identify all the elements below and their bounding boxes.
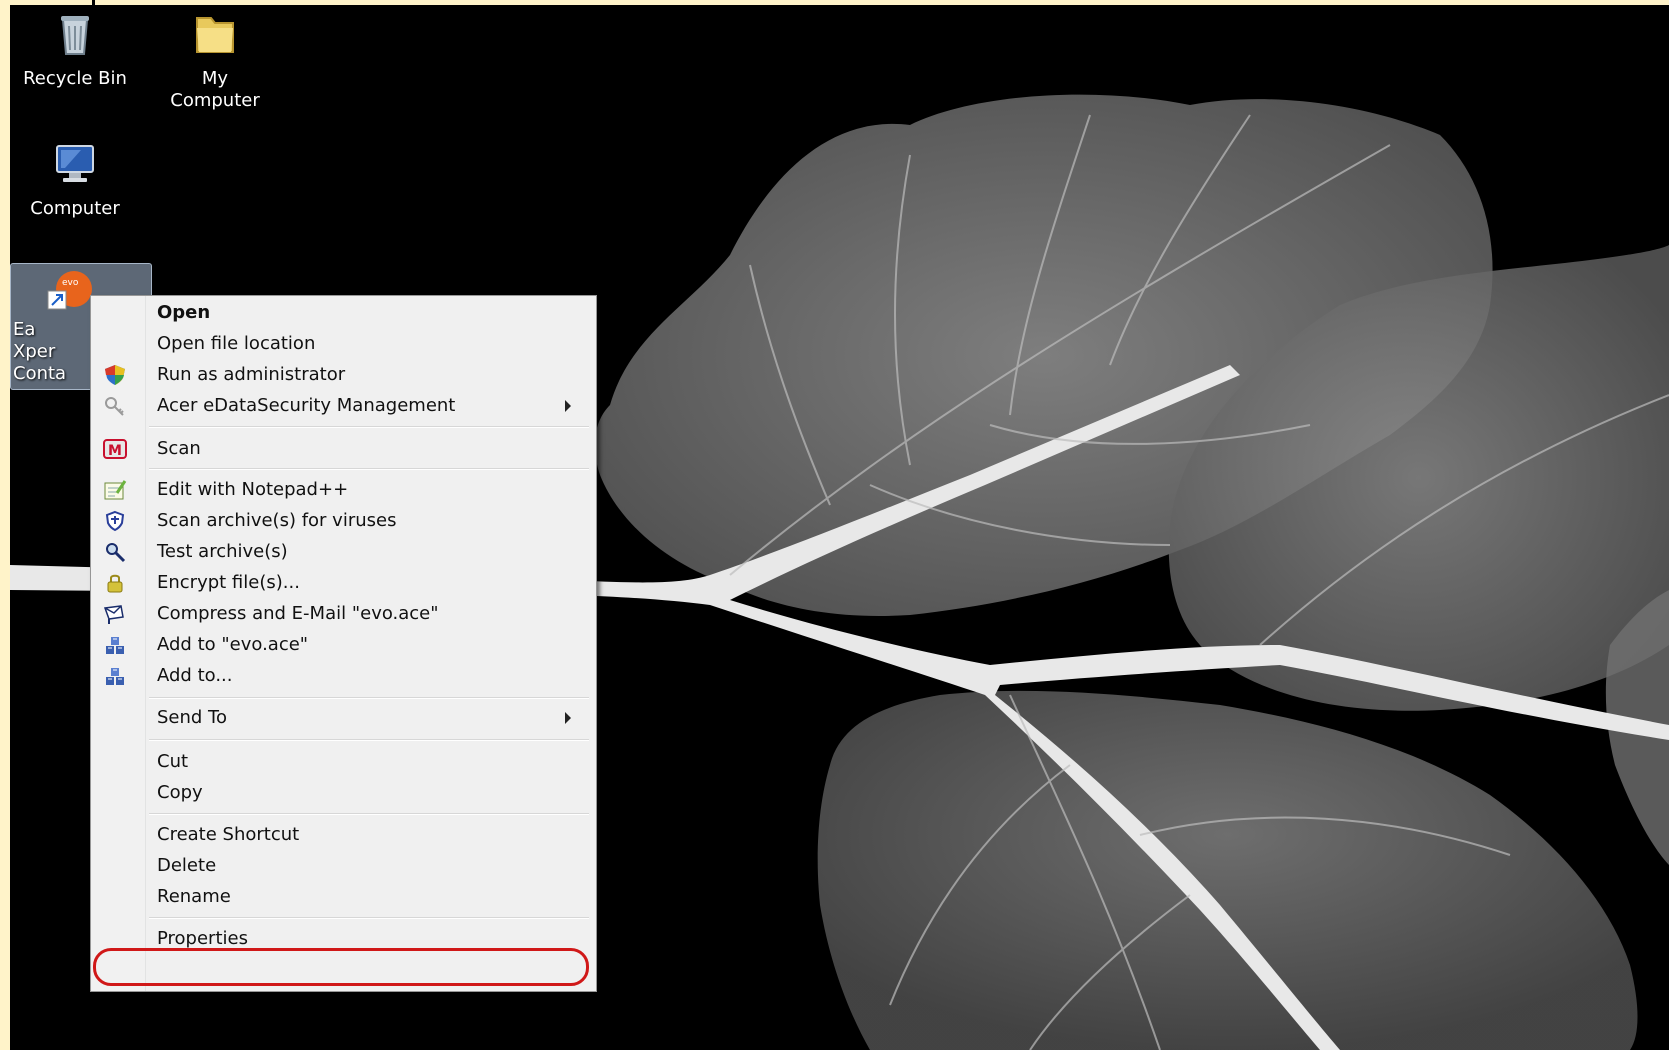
- menu-item-create-shortcut[interactable]: Create Shortcut: [91, 820, 596, 850]
- menu-item-delete[interactable]: Delete: [91, 851, 596, 881]
- menu-item-label: Cut: [157, 751, 189, 772]
- menu-item-add-to[interactable]: Add to...: [91, 661, 596, 691]
- menu-item-scan-archives[interactable]: Scan archive(s) for viruses: [91, 506, 596, 536]
- archive-add-icon: [106, 637, 124, 654]
- menu-separator: [149, 917, 589, 919]
- menu-item-label: Scan archive(s) for viruses: [157, 510, 397, 531]
- mail-compress-icon: [103, 605, 124, 624]
- folder-icon: [196, 17, 234, 53]
- desktop-icon-label: Ea Xper Conta: [13, 319, 67, 384]
- menu-item-scan[interactable]: M Scan: [91, 434, 596, 464]
- menu-item-label: Open file location: [157, 333, 316, 354]
- menu-item-label: Acer eDataSecurity Management: [157, 395, 456, 416]
- menu-separator: [149, 697, 589, 699]
- shield-icon: [105, 365, 125, 385]
- mcafee-icon: M: [103, 439, 127, 459]
- properties-highlight-ring: [93, 948, 589, 986]
- menu-item-label: Properties: [157, 928, 248, 949]
- notepad-icon: [104, 480, 127, 500]
- menu-item-label: Compress and E-Mail "evo.ace": [157, 603, 439, 624]
- key-icon: [105, 397, 124, 416]
- evo-shortcut-icon: evo: [47, 271, 92, 310]
- menu-item-label: Send To: [157, 707, 228, 728]
- menu-item-send-to[interactable]: Send To: [91, 703, 596, 733]
- context-menu: Open Open file location Run as administr…: [90, 295, 597, 992]
- menu-item-open[interactable]: Open: [91, 298, 596, 328]
- lock-icon: [107, 574, 123, 593]
- menu-item-encrypt-files[interactable]: Encrypt file(s)...: [91, 568, 596, 598]
- svg-text:M: M: [108, 443, 122, 459]
- menu-item-label: Edit with Notepad++: [157, 479, 349, 500]
- menu-item-label: Delete: [157, 855, 217, 876]
- menu-item-label: Open: [157, 302, 211, 323]
- menu-item-label: Add to "evo.ace": [157, 634, 309, 655]
- desktop-icon-my-computer[interactable]: My Computer: [150, 10, 280, 112]
- menu-item-test-archives[interactable]: Test archive(s): [91, 537, 596, 567]
- magnifier-icon: [106, 543, 126, 563]
- menu-item-copy[interactable]: Copy: [91, 778, 596, 808]
- menu-item-label: Create Shortcut: [157, 824, 300, 845]
- menu-item-rename[interactable]: Rename: [91, 882, 596, 912]
- menu-item-cut[interactable]: Cut: [91, 747, 596, 777]
- desktop-icon-label: Recycle Bin: [23, 68, 127, 89]
- menu-item-run-as-administrator[interactable]: Run as administrator: [91, 360, 596, 390]
- svg-text:evo: evo: [62, 278, 79, 288]
- desktop-icon-label: My Computer: [170, 68, 260, 111]
- desktop[interactable]: Recycle Bin My Computer Computer evo Ea …: [10, 5, 1669, 1050]
- recycle-bin-icon: [61, 16, 89, 55]
- menu-item-label: Copy: [157, 782, 203, 803]
- desktop-icon-recycle-bin[interactable]: Recycle Bin: [10, 10, 140, 90]
- menu-item-acer-edatasecurity[interactable]: Acer eDataSecurity Management: [91, 391, 596, 421]
- menu-item-add-to-evo-ace[interactable]: Add to "evo.ace": [91, 630, 596, 660]
- menu-item-label: Scan: [157, 438, 201, 459]
- menu-separator: [149, 426, 589, 428]
- menu-item-compress-and-email[interactable]: Compress and E-Mail "evo.ace": [91, 599, 596, 629]
- menu-item-label: Rename: [157, 886, 231, 907]
- menu-separator: [149, 468, 589, 470]
- menu-item-label: Encrypt file(s)...: [157, 572, 300, 593]
- menu-item-label: Add to...: [157, 665, 233, 686]
- menu-separator: [149, 813, 589, 815]
- submenu-arrow-icon: [565, 712, 571, 724]
- menu-item-label: Test archive(s): [157, 541, 288, 562]
- computer-monitor-icon: [56, 145, 94, 182]
- submenu-arrow-icon: [565, 400, 571, 412]
- menu-item-edit-with-notepad[interactable]: Edit with Notepad++: [91, 475, 596, 505]
- menu-separator: [149, 739, 589, 741]
- virus-shield-icon: [105, 510, 125, 532]
- menu-item-open-file-location[interactable]: Open file location: [91, 329, 596, 359]
- archive-add-icon: [106, 668, 124, 685]
- desktop-icon-label: Computer: [30, 198, 120, 219]
- menu-item-label: Run as administrator: [157, 364, 346, 385]
- desktop-icon-computer[interactable]: Computer: [10, 140, 140, 220]
